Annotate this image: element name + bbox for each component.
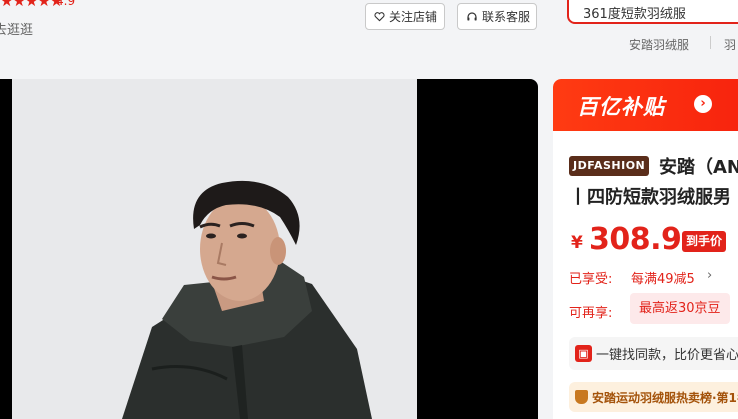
extra-benefit-label: 可再享: <box>569 306 613 321</box>
follow-shop-button[interactable]: 关注店铺 <box>365 3 445 30</box>
hot-rank-bar[interactable]: 安踏运动羽绒服热卖榜·第1名 <box>569 382 738 412</box>
product-info-panel: 百亿补贴 › JDFASHION 安踏（AN 丨四防短款羽绒服男 ¥ 308.9… <box>553 79 738 419</box>
follow-shop-label: 关注店铺 <box>389 10 438 24</box>
hot-rank-label: 安踏运动羽绒服热卖榜·第1名 <box>592 390 738 405</box>
headset-icon <box>466 11 478 23</box>
contact-service-label: 联系客服 <box>482 10 531 24</box>
shop-rating-score: 4.9 <box>56 0 76 8</box>
chevron-right-icon[interactable]: › <box>707 268 712 283</box>
arrow-right-circle-icon: › <box>694 95 712 113</box>
jd-fashion-logo: JDFASHION <box>569 156 650 176</box>
product-title-line1: 安踏（AN <box>659 157 738 178</box>
bag-icon: ▣ <box>575 345 592 362</box>
product-photo <box>12 79 417 419</box>
find-same-style-label: 一键找同款，比价更省心 <box>596 348 738 363</box>
visit-shop-link[interactable]: 去逛逛 <box>0 19 33 38</box>
hotword-link[interactable]: 安踏羽绒服 <box>629 36 689 53</box>
discount-offer-link[interactable]: 每满49减5 <box>631 268 695 287</box>
subsidy-banner[interactable]: 百亿补贴 › <box>553 79 738 131</box>
hotword-divider <box>710 36 711 49</box>
final-price-badge: 到手价 <box>682 231 727 252</box>
medal-icon <box>575 390 588 404</box>
subsidy-banner-label: 百亿补贴 <box>577 95 665 119</box>
shop-rating-stars: ★★★★★ <box>0 0 63 10</box>
product-title-line2: 丨四防短款羽绒服男 <box>569 187 731 208</box>
search-input[interactable]: 361度短款羽绒服 <box>567 0 738 24</box>
heart-icon <box>374 11 385 22</box>
contact-service-button[interactable]: 联系客服 <box>457 3 537 30</box>
product-main-image[interactable] <box>0 79 538 419</box>
find-same-style-bar[interactable]: ▣ 一键找同款，比价更省心 <box>569 337 738 370</box>
jd-bean-rebate-badge[interactable]: 最高返30京豆 <box>630 293 730 324</box>
product-price: 308.9 <box>589 222 682 257</box>
hotword-link[interactable]: 羽 <box>724 36 736 53</box>
enjoyed-label: 已享受: <box>569 272 613 287</box>
price-currency: ¥ <box>571 233 583 253</box>
